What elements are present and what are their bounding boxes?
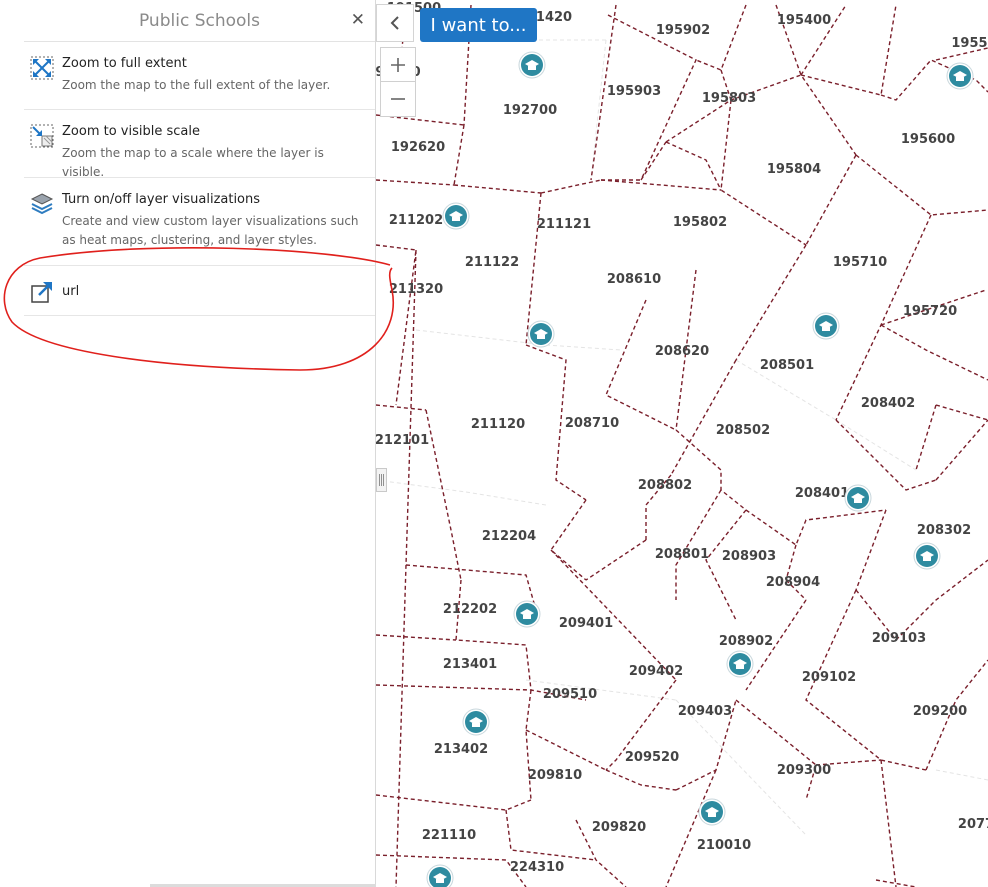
- tract-label: 210010: [697, 838, 751, 853]
- tract-label: 209200: [913, 704, 967, 719]
- layer-actions-panel: Public Schools ✕ Zoom to full extent Zoo…: [24, 0, 376, 887]
- tract-label: 208501: [760, 358, 814, 373]
- school-marker-icon[interactable]: [844, 484, 872, 512]
- school-marker-icon[interactable]: [812, 312, 840, 340]
- tract-label: 209810: [528, 768, 582, 783]
- tract-label: 208903: [722, 549, 776, 564]
- tract-label: 209102: [802, 670, 856, 685]
- tract-label: 209520: [625, 750, 679, 765]
- school-marker-icon[interactable]: [726, 650, 754, 678]
- school-marker-icon[interactable]: [698, 798, 726, 826]
- action-description: Zoom the map to a scale where the layer …: [62, 146, 324, 179]
- tract-label: 213402: [434, 742, 488, 757]
- action-layer-visualizations[interactable]: Turn on/off layer visualizations Create …: [24, 178, 375, 266]
- map-view[interactable]: 1915001420195902195400195509261019270019…: [376, 0, 988, 887]
- tract-label: 224310: [510, 860, 564, 875]
- tract-label: 209402: [629, 664, 683, 679]
- tract-label: 212202: [443, 602, 497, 617]
- action-title: Turn on/off layer visualizations: [62, 192, 261, 207]
- action-description: Create and view custom layer visualizati…: [62, 214, 359, 247]
- tract-label: 209403: [678, 704, 732, 719]
- tract-label: 195720: [903, 304, 957, 319]
- tract-label: 195400: [777, 13, 831, 28]
- tract-label: 211202: [389, 213, 443, 228]
- tract-label: 211122: [465, 255, 519, 270]
- tract-label: 208902: [719, 634, 773, 649]
- panel-resize-handle[interactable]: [376, 468, 387, 492]
- tract-label: 2077: [958, 817, 988, 832]
- action-title: Zoom to full extent: [62, 56, 187, 71]
- tract-label: 208610: [607, 272, 661, 287]
- tract-label: 209401: [559, 616, 613, 631]
- tract-label: 192700: [503, 103, 557, 118]
- tract-label: 208802: [638, 478, 692, 493]
- plus-icon: [391, 57, 405, 72]
- tract-label: 1420: [536, 10, 572, 25]
- close-icon[interactable]: ✕: [351, 11, 365, 28]
- tract-label: 209300: [777, 763, 831, 778]
- school-marker-icon[interactable]: [946, 62, 974, 90]
- tract-label: 208801: [655, 547, 709, 562]
- school-marker-icon[interactable]: [518, 51, 546, 79]
- tract-label: 195903: [607, 84, 661, 99]
- action-url[interactable]: url: [24, 266, 375, 316]
- school-marker-icon[interactable]: [462, 708, 490, 736]
- left-margin: [0, 0, 24, 887]
- tract-label: 209103: [872, 631, 926, 646]
- tract-label: 209820: [592, 820, 646, 835]
- zoom-full-extent-icon: [30, 56, 54, 80]
- i-want-to-button[interactable]: I want to...: [420, 8, 537, 42]
- tract-label: 221110: [422, 828, 476, 843]
- school-marker-icon[interactable]: [513, 600, 541, 628]
- school-marker-icon[interactable]: [426, 864, 454, 887]
- tract-label: 195902: [656, 23, 710, 38]
- school-marker-icon[interactable]: [527, 320, 555, 348]
- tract-label: 211320: [389, 282, 443, 297]
- minus-icon: [391, 98, 405, 100]
- tract-label: 211120: [471, 417, 525, 432]
- tract-label: 208502: [716, 423, 770, 438]
- tract-label: 209510: [543, 687, 597, 702]
- map-canvas[interactable]: 1915001420195902195400195509261019270019…: [376, 0, 988, 887]
- tract-label: 19550: [951, 36, 988, 51]
- action-zoom-full-extent[interactable]: Zoom to full extent Zoom the map to the …: [24, 42, 375, 110]
- collapse-panel-button[interactable]: [376, 4, 414, 42]
- tract-label: 195710: [833, 255, 887, 270]
- layers-icon: [30, 192, 54, 216]
- tract-label: 211121: [537, 217, 591, 232]
- action-title: url: [62, 284, 80, 299]
- zoom-visible-scale-icon: [30, 124, 54, 148]
- tract-label: 192620: [391, 140, 445, 155]
- panel-title: Public Schools: [138, 11, 260, 31]
- school-marker-icon[interactable]: [442, 202, 470, 230]
- zoom-out-button[interactable]: [381, 82, 415, 116]
- chevron-left-icon: [390, 16, 399, 30]
- zoom-control: [380, 47, 416, 117]
- tract-label: 208302: [917, 523, 971, 538]
- tract-label: 212101: [376, 433, 429, 448]
- tract-label: 208402: [861, 396, 915, 411]
- panel-header: Public Schools ✕: [24, 0, 375, 42]
- external-link-icon: [30, 280, 54, 304]
- tract-label: 208401: [795, 486, 849, 501]
- tract-label: 212204: [482, 529, 536, 544]
- tract-label: 195802: [673, 215, 727, 230]
- tract-label: 195804: [767, 162, 821, 177]
- tract-label: 213401: [443, 657, 497, 672]
- tract-label: 195803: [702, 91, 756, 106]
- grip-icon: [379, 474, 384, 486]
- tract-label: 208620: [655, 344, 709, 359]
- zoom-in-button[interactable]: [381, 48, 415, 82]
- action-zoom-visible-scale[interactable]: Zoom to visible scale Zoom the map to a …: [24, 110, 375, 179]
- tract-label: 208904: [766, 575, 820, 590]
- action-description: Zoom the map to the full extent of the l…: [62, 78, 331, 92]
- tract-label: 208710: [565, 416, 619, 431]
- tract-label: 195600: [901, 132, 955, 147]
- school-marker-icon[interactable]: [913, 542, 941, 570]
- action-title: Zoom to visible scale: [62, 124, 200, 139]
